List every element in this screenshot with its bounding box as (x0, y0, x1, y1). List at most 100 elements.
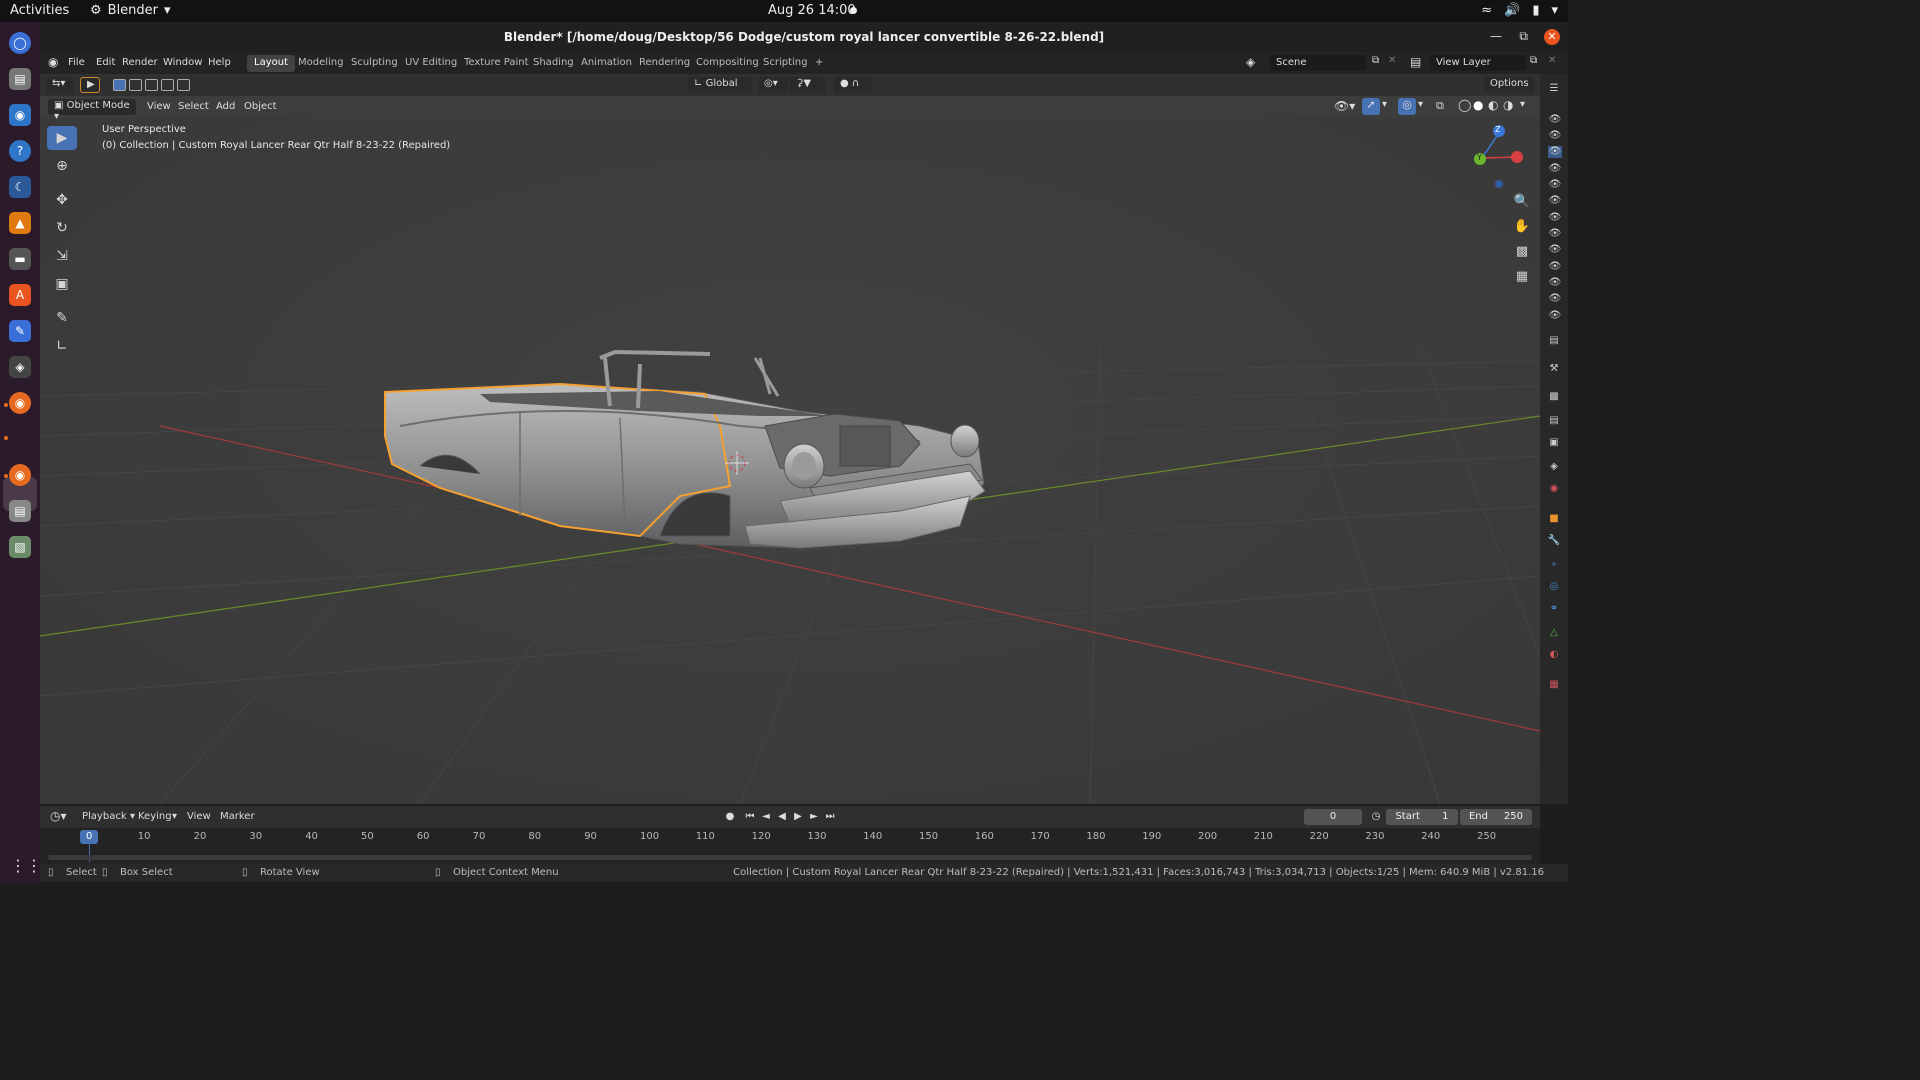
scene-selector[interactable]: Scene (1270, 55, 1366, 71)
menu-file[interactable]: File (68, 57, 85, 68)
ortho-grid-icon[interactable]: ▦ (1509, 265, 1535, 287)
outliner-editor-icon[interactable]: ☰ (1547, 82, 1561, 96)
jump-end-icon[interactable]: ⏭ (823, 810, 837, 824)
minimize-icon[interactable]: — (1490, 29, 1502, 43)
xray-icon[interactable]: ⧉ (1436, 99, 1444, 113)
remove-scene-icon[interactable]: ✕ (1388, 55, 1396, 66)
visibility-eye-icon[interactable]: 👁 (1548, 277, 1562, 289)
timeline-area[interactable]: 0 10 20 30 40 50 60 70 80 90 100 110 120 130 140 150 160… (40, 828, 1540, 864)
select-tool-icon[interactable]: ▶ (80, 77, 100, 93)
software-icon[interactable]: A (9, 284, 31, 306)
visibility-eye-icon[interactable]: 👁 (1548, 195, 1562, 207)
jump-start-icon[interactable]: ⏮ (743, 810, 757, 824)
vlc-icon[interactable]: ▲ (9, 212, 31, 234)
play-icon[interactable]: ▶ (791, 810, 805, 824)
solid-shading-icon[interactable]: ● (1473, 98, 1483, 112)
overlays-icon[interactable]: ◎ (1398, 98, 1416, 115)
cursor-tool-icon[interactable]: ⊕ (47, 154, 77, 178)
menu-marker[interactable]: Marker (220, 811, 255, 822)
annotate-tool-icon[interactable]: ✎ (47, 306, 77, 330)
select-mode-extend-icon[interactable] (129, 79, 142, 91)
chevron-down-icon[interactable]: ▾ (1418, 99, 1423, 110)
move-tool-icon[interactable]: ✥ (47, 188, 77, 212)
menu-render[interactable]: Render (122, 57, 158, 68)
add-workspace-icon[interactable]: + (808, 55, 830, 72)
remove-view-layer-icon[interactable]: ✕ (1548, 55, 1556, 66)
menu-view[interactable]: View (187, 811, 211, 822)
tab-sculpting[interactable]: Sculpting (344, 55, 405, 72)
world-properties-icon[interactable]: ◉ (1547, 482, 1561, 496)
particles-properties-icon[interactable]: ∘ (1547, 558, 1561, 572)
drive-icon[interactable]: ▤ (9, 500, 31, 522)
timeline-scrollbar[interactable] (48, 855, 1532, 860)
material-shading-icon[interactable]: ◐ (1488, 98, 1498, 112)
current-frame-field[interactable]: 0 (1304, 809, 1362, 825)
editor-type-icon[interactable]: ⇆▾ (46, 77, 74, 93)
system-tray[interactable]: ≈ 🔊 ▮ ▾ (1481, 3, 1558, 18)
pan-hand-icon[interactable]: ✋ (1509, 215, 1535, 237)
menu-keying[interactable]: Keying (138, 811, 172, 822)
tab-animation[interactable]: Animation (574, 55, 639, 72)
rotate-tool-icon[interactable]: ↻ (47, 216, 77, 240)
chevron-down-icon[interactable]: ▾ (1382, 99, 1387, 110)
3d-viewport[interactable]: User Perspective (0) Collection | Custom… (40, 96, 1540, 804)
gizmos-icon[interactable]: ➚ (1362, 98, 1380, 115)
new-view-layer-icon[interactable]: ⧉ (1530, 55, 1537, 66)
visibility-eye-icon[interactable]: 👁 (1548, 130, 1562, 142)
select-box-tool-icon[interactable]: ▶ (47, 126, 77, 150)
prev-keyframe-icon[interactable]: ◄ (759, 810, 773, 824)
browser-icon[interactable]: ◯ (9, 32, 31, 54)
transform-orientation-dropdown[interactable]: ∟ Global (688, 77, 752, 93)
options-dropdown[interactable]: Options (1484, 77, 1534, 93)
tab-compositing[interactable]: Compositing (689, 55, 766, 72)
play-reverse-icon[interactable]: ◀ (775, 810, 789, 824)
select-mode-subtract-icon[interactable] (145, 79, 158, 91)
gizmo-z-label[interactable]: Z (1495, 125, 1500, 134)
view-layer-icon[interactable]: ▤ (1410, 55, 1421, 69)
mode-dropdown[interactable]: ▣ Object Mode ▾ (48, 99, 136, 122)
chevron-down-icon[interactable]: ▾ (1520, 99, 1525, 110)
menu-view[interactable]: View (147, 101, 171, 112)
tool-properties-icon[interactable]: ⚒ (1547, 362, 1561, 376)
visibility-eye-icon[interactable]: 👁 (1548, 163, 1562, 175)
constraint-properties-icon[interactable]: ⚭ (1547, 602, 1561, 616)
tab-layout[interactable]: Layout (247, 55, 295, 72)
editor-type-icon[interactable]: ◷▾ (50, 809, 67, 823)
wireframe-shading-icon[interactable]: ◯ (1458, 98, 1471, 112)
clock[interactable]: Aug 26 14:00 (768, 3, 856, 18)
view-layer-properties-icon[interactable]: ▣ (1547, 436, 1561, 450)
object-properties-icon[interactable]: ■ (1547, 512, 1561, 526)
data-properties-icon[interactable]: △ (1547, 626, 1561, 640)
gimp-icon[interactable]: ◈ (9, 356, 31, 378)
activities-button[interactable]: Activities (10, 3, 69, 18)
blender-icon[interactable]: ◉ (9, 392, 31, 414)
properties-editor-icon[interactable]: ▤ (1547, 334, 1561, 348)
next-keyframe-icon[interactable]: ► (807, 810, 821, 824)
menu-object[interactable]: Object (244, 101, 277, 112)
menu-add[interactable]: Add (216, 101, 235, 112)
new-scene-icon[interactable]: ⧉ (1372, 55, 1379, 66)
tab-rendering[interactable]: Rendering (632, 55, 697, 72)
record-icon[interactable]: ● (723, 810, 737, 824)
visibility-icon[interactable]: 👁▾ (1334, 99, 1355, 113)
visibility-eye-icon[interactable]: 👁 (1548, 212, 1562, 224)
visibility-eye-icon[interactable]: 👁 (1548, 179, 1562, 191)
screenshot-icon[interactable]: ◉ (9, 104, 31, 126)
render-properties-icon[interactable]: ▩ (1547, 390, 1561, 404)
camera-view-icon[interactable]: ▩ (1509, 240, 1535, 262)
menu-help[interactable]: Help (208, 57, 231, 68)
menu-playback[interactable]: Playback (82, 811, 127, 822)
end-frame-field[interactable]: End 250 (1460, 809, 1532, 825)
visibility-eye-icon[interactable]: 👁 (1548, 114, 1562, 126)
start-frame-field[interactable]: Start 1 (1386, 809, 1458, 825)
select-mode-new-icon[interactable] (113, 79, 126, 91)
maximize-icon[interactable]: ⧉ (1519, 29, 1528, 44)
transform-tool-icon[interactable]: ▣ (47, 272, 77, 296)
blender-icon[interactable]: ◉ (9, 464, 31, 486)
tab-modeling[interactable]: Modeling (291, 55, 351, 72)
material-properties-icon[interactable]: ◐ (1547, 648, 1561, 662)
zoom-icon[interactable]: 🔍 (1509, 190, 1535, 212)
help-icon[interactable]: ? (9, 140, 31, 162)
select-mode-invert-icon[interactable] (161, 79, 174, 91)
tab-shading[interactable]: Shading (526, 55, 581, 72)
